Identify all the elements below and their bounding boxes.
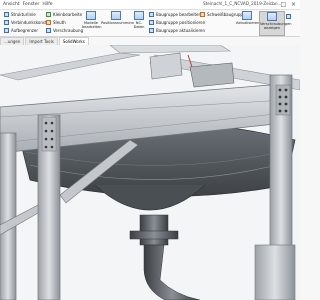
overflow-icon: [286, 14, 291, 19]
assembly-refresh-icon: [149, 28, 154, 33]
title-bar: Ansicht Fenster Hilfe Steinachl_1_C_NCVA…: [0, 0, 300, 10]
assembly-position-icon: [149, 20, 154, 25]
edit-part-icon: [46, 12, 51, 17]
bolt-icon: [46, 28, 51, 33]
minimize-button[interactable]: –: [269, 0, 278, 9]
numbers-icon: [110, 11, 121, 20]
connection-icon: [4, 20, 9, 25]
refresh-icon: [241, 11, 252, 20]
cad-viewport[interactable]: [0, 45, 300, 300]
tab-ungen[interactable]: ...ungen: [0, 37, 25, 45]
ribbon-aufbegrenzer[interactable]: Aufbegrenzer: [4, 28, 38, 33]
weld-icon: [200, 12, 205, 17]
maximize-button[interactable]: □: [279, 0, 288, 9]
command-tabs: ...ungen Import Tools SolidWorks: [0, 37, 90, 45]
search-part-icon: [46, 20, 51, 25]
positionsnummern-button[interactable]: Positionsnummern: [101, 11, 134, 25]
limit-icon: [4, 28, 9, 33]
ribbon-verbindung[interactable]: Verbindunkskonst.: [4, 20, 48, 25]
ribbon-baugruppe-bearbeiten[interactable]: Baugruppe bearbeiten: [149, 12, 201, 17]
beam-icon: [4, 12, 9, 17]
assembly-edit-icon: [149, 12, 154, 17]
ribbon-toolbar: Strukturlinie Verbindunkskonst. Aufbegre…: [0, 10, 300, 37]
menu-window[interactable]: Fenster: [23, 2, 40, 7]
tab-solidworks[interactable]: SolidWorks: [58, 37, 89, 45]
verschraubungen-anzeigen-button[interactable]: Verschraubungen anzeigen: [259, 11, 292, 36]
tab-import-tools[interactable]: Import Tools: [25, 37, 58, 45]
ribbon-sleuth[interactable]: Sleuth: [46, 20, 66, 25]
menu-help[interactable]: Hilfe: [42, 2, 52, 7]
show-bolts-icon: [267, 12, 277, 21]
nc-data-icon: [134, 11, 144, 20]
menu-view[interactable]: Ansicht: [3, 2, 20, 7]
ribbon-more[interactable]: [286, 14, 293, 19]
modelle-bearbeiten-button[interactable]: Modelle bearbeiten: [82, 11, 102, 29]
ribbon-kleinbearbeite[interactable]: Kleinbearbeite: [46, 12, 82, 17]
ribbon-verschraubung[interactable]: Verschraubung: [46, 28, 83, 33]
close-button[interactable]: ×: [289, 0, 298, 9]
aktualisieren-button[interactable]: Aktualisieren: [236, 11, 259, 25]
model-icon: [86, 11, 96, 20]
ribbon-baugruppe-aktualisieren[interactable]: Baugruppe aktualisieren: [149, 28, 205, 33]
nc-daten-button[interactable]: NC-Daten: [131, 11, 147, 29]
ribbon-baugruppe-positionieren[interactable]: Baugruppe positionieren: [149, 20, 205, 25]
ribbon-strukturlinie[interactable]: Strukturlinie: [4, 12, 36, 17]
